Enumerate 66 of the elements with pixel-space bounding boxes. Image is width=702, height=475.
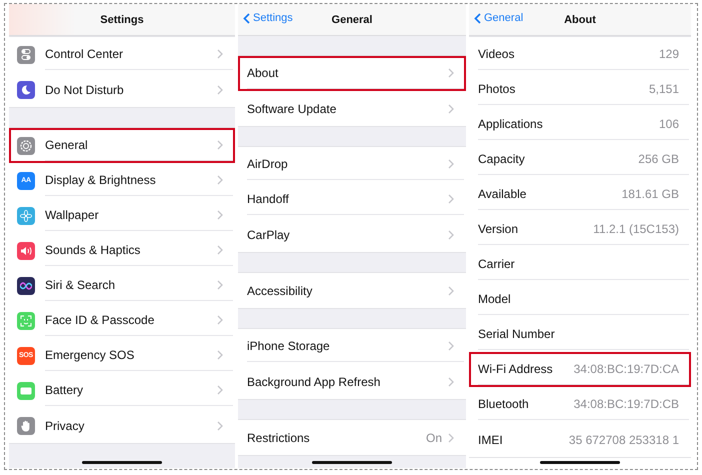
info-row: Capacity 256 GB [469,142,691,177]
info-row: Wi-Fi Address 34:08:BC:19:7D:CA [469,352,691,387]
settings-row[interactable]: Control Center [9,37,235,72]
chevron-icon [217,140,223,150]
info-row: Model [469,282,691,317]
gear-icon [17,136,35,154]
info-row: Version 11.2.1 (15C153) [469,212,691,247]
chevron-icon [448,104,454,114]
settings-row[interactable]: Siri & Search [9,268,235,303]
settings-row[interactable]: Restrictions On [238,420,466,455]
info-row: Videos 129 [469,37,691,72]
settings-row[interactable]: AirDrop [238,147,466,182]
chevron-icon [217,280,223,290]
chevron-icon [448,376,454,386]
chevron-icon [217,210,223,220]
settings-row[interactable]: CarPlay [238,217,466,252]
settings-row[interactable]: Do Not Disturb [9,72,235,107]
info-row: Bluetooth 34:08:BC:19:7D:CB [469,387,691,422]
chevron-icon [217,84,223,94]
info-row: Available 181.61 GB [469,177,691,212]
settings-row[interactable]: Accessibility [238,273,466,308]
settings-row[interactable]: Background App Refresh [238,364,466,399]
chevron-icon [448,159,454,169]
chevron-icon [217,175,223,185]
chevron-icon [448,341,454,351]
chevron-icon [217,420,223,430]
info-row: Serial Number [469,317,691,352]
switches-icon [17,46,35,64]
back-button[interactable]: Settings [243,12,293,24]
settings-row[interactable]: Wallpaper [9,198,235,233]
battery-icon [17,382,35,400]
chevron-icon [217,49,223,59]
chevron-icon [448,230,454,240]
screen-title: Settings [100,14,144,26]
chevron-icon [217,245,223,255]
info-row: Photos 5,151 [469,72,691,107]
settings-row[interactable]: iPhone Storage [238,329,466,364]
chevron-left-icon [243,12,250,24]
settings-row[interactable]: Sounds & Haptics [9,233,235,268]
chevron-icon [217,315,223,325]
info-row: Carrier [469,247,691,282]
settings-row[interactable]: Software Update [238,91,466,126]
settings-row[interactable]: About [238,56,466,91]
chevron-icon [448,194,454,204]
chevron-icon [217,385,223,395]
chevron-left-icon [474,12,481,24]
settings-row[interactable]: Privacy [9,408,235,443]
info-row: Applications 106 [469,107,691,142]
siri-icon [17,276,35,294]
speaker-icon [17,242,35,260]
settings-row[interactable]: Face ID & Passcode [9,303,235,338]
chevron-icon [448,432,454,442]
face-id-icon [17,312,35,330]
screen-title: General [332,14,372,26]
chevron-icon [448,68,454,78]
info-row-text: IMEI 35 672708 253318 1 [477,432,680,448]
moon-icon [17,80,35,98]
flower-icon [17,206,35,224]
settings-row[interactable]: General [9,128,235,163]
back-button[interactable]: General [474,12,524,24]
chevron-icon [448,286,454,296]
chevron-icon [217,350,223,360]
hand-icon [17,416,35,434]
settings-row[interactable]: Battery [9,373,235,408]
settings-row[interactable]: Handoff [238,182,466,217]
screen-title: About [564,14,596,26]
